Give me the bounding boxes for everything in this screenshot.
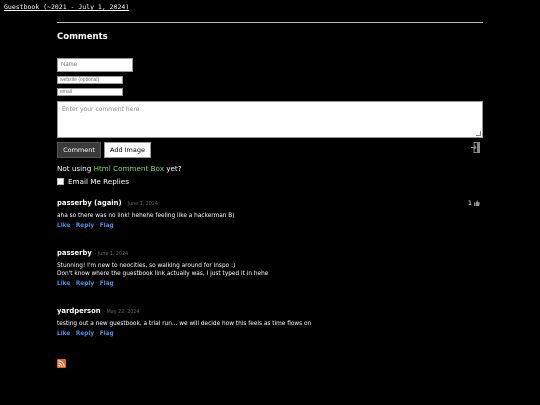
vote-control[interactable]: 1: [468, 199, 480, 207]
thumbs-up-icon[interactable]: [474, 200, 480, 206]
email-replies-option[interactable]: Email Me Replies: [57, 177, 483, 186]
comment-date: · June 1, 2024: [94, 252, 129, 257]
comment-text-line: Don't know where the guestbook link actu…: [57, 271, 269, 277]
vote-count: 1: [467, 199, 472, 207]
comment-author: passerby (again): [57, 199, 122, 207]
reply-link[interactable]: Reply: [76, 281, 94, 287]
like-link[interactable]: Like: [57, 281, 70, 287]
comment-date: · May 22, 2024: [103, 310, 140, 315]
reply-link[interactable]: Reply: [76, 223, 94, 229]
rss-icon[interactable]: [57, 359, 66, 368]
comment-date: · June 1, 2024: [124, 202, 158, 207]
promo-prefix: Not using: [57, 164, 94, 173]
email-input[interactable]: [57, 88, 123, 96]
flag-link[interactable]: Flag: [100, 223, 114, 229]
comment-text: testing out a new guestbook, a trial run…: [57, 321, 312, 327]
comment-item: yardperson · May 22, 2024 testing out a …: [57, 307, 483, 337]
website-input[interactable]: [57, 76, 123, 84]
promo-suffix: yet?: [163, 164, 182, 173]
comments-section: Comments Enter your comment here Comment…: [57, 22, 483, 372]
html-comment-box-link[interactable]: Html Comment Box: [94, 164, 164, 173]
name-input[interactable]: [57, 58, 133, 72]
comment-item: passerby (again) · June 1, 2024 1 aha so…: [57, 199, 483, 229]
guestbook-link[interactable]: Guestbook (~2021 - July 1, 2024): [4, 3, 129, 11]
comment-actions: Like · Reply · Flag: [57, 281, 483, 287]
email-replies-checkbox[interactable]: [57, 178, 64, 185]
comment-button[interactable]: Comment: [57, 142, 101, 158]
comment-placeholder: Enter your comment here: [62, 106, 140, 113]
comment-actions: Like · Reply · Flag: [57, 223, 483, 229]
reply-link[interactable]: Reply: [76, 331, 94, 337]
email-replies-label: Email Me Replies: [68, 177, 129, 186]
comment-form: Enter your comment here Comment Add Imag…: [57, 58, 483, 186]
like-link[interactable]: Like: [57, 331, 70, 337]
comment-actions: Like · Reply · Flag: [57, 331, 483, 337]
promo-text: Not using Html Comment Box yet?: [57, 164, 483, 173]
logout-icon[interactable]: [471, 142, 480, 153]
comment-text: aha so there was no link! hehehe feeling…: [57, 213, 235, 219]
comment-text: Stunning! I'm new to neocities, so walki…: [57, 262, 483, 278]
comment-text-line: Stunning! I'm new to neocities, so walki…: [57, 263, 236, 269]
comment-author: yardperson: [57, 307, 101, 315]
flag-link[interactable]: Flag: [100, 281, 114, 287]
add-image-button[interactable]: Add Image: [104, 142, 151, 158]
divider: [57, 22, 483, 23]
flag-link[interactable]: Flag: [100, 331, 114, 337]
comment-item: passerby · June 1, 2024 Stunning! I'm ne…: [57, 249, 483, 287]
comment-textarea[interactable]: Enter your comment here: [57, 101, 483, 138]
resize-handle[interactable]: [476, 131, 481, 136]
comment-author: passerby: [57, 249, 92, 257]
like-link[interactable]: Like: [57, 223, 70, 229]
comments-heading: Comments: [57, 32, 108, 42]
